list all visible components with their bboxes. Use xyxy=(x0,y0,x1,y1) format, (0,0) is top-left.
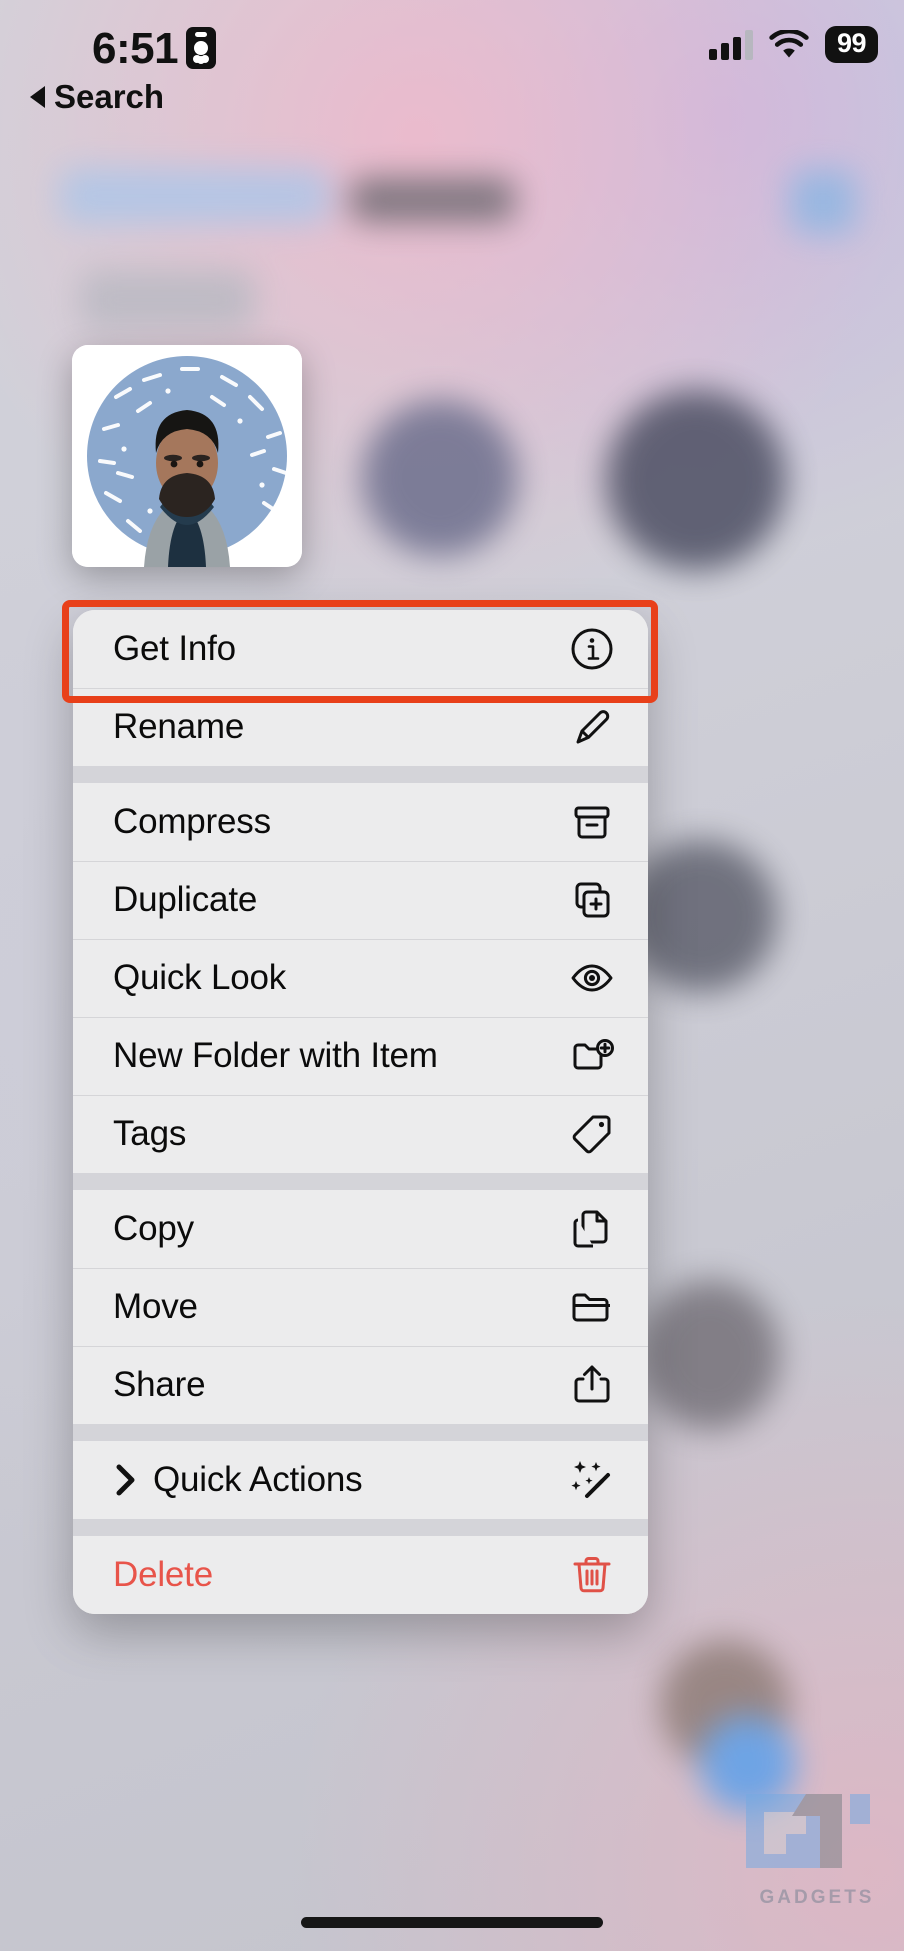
magic-wand-sparkles-icon xyxy=(568,1456,616,1504)
menu-group-separator xyxy=(73,1173,648,1190)
trash-icon xyxy=(568,1551,616,1599)
watermark-text: GADGETS xyxy=(759,1887,875,1908)
copy-documents-icon xyxy=(568,1205,616,1253)
status-indicators: 99 xyxy=(708,26,878,64)
menu-group-separator xyxy=(73,1519,648,1536)
menu-item-move[interactable]: Move xyxy=(73,1268,648,1346)
pencil-icon xyxy=(568,703,616,751)
menu-item-label: Move xyxy=(113,1287,198,1326)
menu-group-separator xyxy=(73,1424,648,1441)
menu-group: Quick Actions xyxy=(73,1441,648,1519)
menu-item-rename[interactable]: Rename xyxy=(73,688,648,766)
menu-item-quick-look[interactable]: Quick Look xyxy=(73,939,648,1017)
contact-photo-thumbnail[interactable] xyxy=(72,345,302,567)
folder-icon xyxy=(568,1283,616,1331)
back-to-search-button[interactable]: Search xyxy=(30,78,164,116)
gt-logo-icon xyxy=(746,1794,870,1868)
tag-icon xyxy=(568,1110,616,1158)
archive-box-icon xyxy=(568,798,616,846)
menu-item-label: Get Info xyxy=(113,629,236,668)
share-up-arrow-icon xyxy=(568,1361,616,1409)
menu-group: Copy Move Share xyxy=(73,1190,648,1424)
folder-plus-icon xyxy=(568,1032,616,1080)
watermark: GADGETS xyxy=(742,1788,892,1909)
menu-item-copy[interactable]: Copy xyxy=(73,1190,648,1268)
cellular-signal-icon xyxy=(708,29,753,60)
contact-card-icon xyxy=(186,27,216,69)
menu-item-share[interactable]: Share xyxy=(73,1346,648,1424)
menu-item-quick-actions[interactable]: Quick Actions xyxy=(73,1441,648,1519)
back-caret-icon xyxy=(30,86,45,108)
eye-icon xyxy=(568,954,616,1002)
duplicate-plus-icon xyxy=(568,876,616,924)
home-indicator[interactable] xyxy=(301,1917,603,1928)
menu-item-duplicate[interactable]: Duplicate xyxy=(73,861,648,939)
menu-item-label: Tags xyxy=(113,1114,187,1153)
menu-group-separator xyxy=(73,766,648,783)
context-menu: Get Info Rename Compress Duplicate Quick… xyxy=(73,610,648,1614)
battery-level-badge: 99 xyxy=(824,26,878,64)
menu-item-compress[interactable]: Compress xyxy=(73,783,648,861)
menu-item-new-folder-with-item[interactable]: New Folder with Item xyxy=(73,1017,648,1095)
contact-photo-image xyxy=(72,345,302,567)
status-time: 6:51 xyxy=(92,24,179,73)
menu-group: Delete xyxy=(73,1536,648,1614)
menu-item-get-info[interactable]: Get Info xyxy=(73,610,648,688)
menu-item-label: Rename xyxy=(113,707,245,746)
menu-item-delete[interactable]: Delete xyxy=(73,1536,648,1614)
menu-item-label: New Folder with Item xyxy=(113,1036,438,1075)
menu-item-label: Copy xyxy=(113,1209,194,1248)
menu-item-label: Duplicate xyxy=(113,880,258,919)
phone-screen: 6:51 99 Search Get Info Rename Compress … xyxy=(0,0,904,1951)
chevron-right-icon xyxy=(113,1463,147,1497)
menu-group: Compress Duplicate Quick Look New Folder… xyxy=(73,783,648,1173)
menu-item-tags[interactable]: Tags xyxy=(73,1095,648,1173)
menu-item-label: Share xyxy=(113,1365,206,1404)
info-circle-icon xyxy=(568,625,616,673)
menu-item-label: Quick Actions xyxy=(153,1460,363,1499)
menu-item-label: Delete xyxy=(113,1555,213,1594)
menu-item-label: Quick Look xyxy=(113,958,287,997)
wifi-icon xyxy=(769,28,809,60)
menu-item-label: Compress xyxy=(113,802,271,841)
menu-group: Get Info Rename xyxy=(73,610,648,766)
back-label: Search xyxy=(54,78,165,115)
